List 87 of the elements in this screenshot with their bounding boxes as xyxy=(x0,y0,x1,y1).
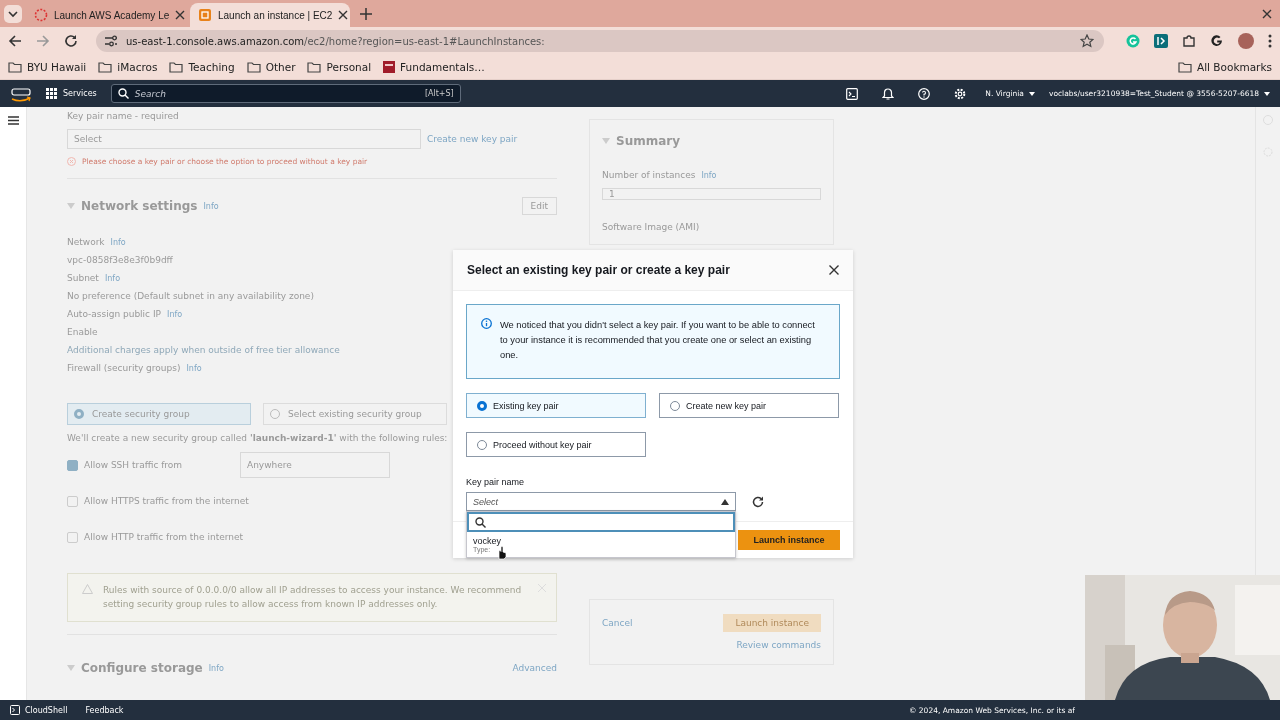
refresh-icon[interactable] xyxy=(752,495,764,508)
radio-tile[interactable]: Proceed without key pair xyxy=(466,432,646,457)
browser-tab[interactable]: Launch an instance | EC2 xyxy=(190,3,350,27)
field-label: Number of instances xyxy=(602,170,696,180)
folder-icon xyxy=(8,61,22,73)
search-field[interactable]: Search [Alt+S] xyxy=(110,84,461,103)
avatar-icon[interactable] xyxy=(1238,33,1254,49)
site-logo-icon xyxy=(383,61,396,73)
tab-list-icon xyxy=(4,4,22,23)
checkbox-label: Allow SSH traffic from xyxy=(84,460,184,470)
reload-icon[interactable] xyxy=(64,34,78,48)
folder-icon xyxy=(246,61,261,73)
aws-logo-icon[interactable] xyxy=(10,85,32,102)
menu-icon[interactable] xyxy=(8,116,19,125)
dotted-circle-icon xyxy=(34,8,48,22)
help-icon[interactable] xyxy=(918,87,931,100)
bookmark-star-icon[interactable] xyxy=(1080,34,1094,48)
radio-tile[interactable]: Existing key pair xyxy=(466,393,646,418)
checkbox-label: Allow HTTP traffic from the internet xyxy=(84,532,244,542)
feedback-link[interactable]: Feedback xyxy=(85,705,124,715)
back-icon[interactable] xyxy=(8,34,22,48)
close-window-icon[interactable] xyxy=(1262,8,1272,19)
field-label: Key pair name - required xyxy=(67,111,179,121)
settings-icon[interactable] xyxy=(954,87,967,100)
filter-field[interactable] xyxy=(467,512,735,532)
search-icon xyxy=(117,88,129,99)
bell-icon[interactable] xyxy=(882,87,895,100)
radio-tile[interactable]: Create new key pair xyxy=(659,393,839,418)
services-button[interactable]: Services xyxy=(46,88,97,99)
bookmark[interactable]: iMacros xyxy=(98,61,158,73)
site-settings-icon xyxy=(104,35,118,47)
section-title: Network settings xyxy=(81,199,198,213)
caret-down-icon xyxy=(602,138,610,144)
launch-instance-button[interactable]: Launch instance xyxy=(738,530,840,550)
field-label: Software Image (AMI) xyxy=(602,222,701,232)
folder-icon xyxy=(98,61,113,73)
description-text: We'll create a new security group called 'launch-wizard-1' with the following rules: xyxy=(67,433,448,443)
checkbox[interactable] xyxy=(67,459,78,471)
shortcut-hint: [Alt+S] xyxy=(424,89,454,98)
google-icon[interactable] xyxy=(1210,34,1224,48)
terminal-icon xyxy=(10,705,20,715)
section-title: Configure storage xyxy=(81,661,203,675)
caret-down-icon xyxy=(67,203,75,209)
search-icon xyxy=(475,516,486,528)
folder-icon xyxy=(169,61,184,73)
key-pair-select[interactable]: Select xyxy=(466,492,736,511)
extension-icon[interactable] xyxy=(1154,34,1168,48)
menu-icon[interactable] xyxy=(1268,34,1272,48)
warning-icon xyxy=(82,584,93,594)
bookmark[interactable]: Fundamentals… xyxy=(383,61,485,73)
modal-title: Select an existing key pair or create a key pair xyxy=(467,263,730,277)
folder-icon xyxy=(307,61,322,73)
url-text: us-east-1.console.aws.amazon.com/ec2/home?region=us-east-1#LaunchInstances: xyxy=(126,35,545,47)
note-text: Additional charges apply when outside of free tier allowance xyxy=(67,345,340,355)
grid-icon xyxy=(46,88,57,99)
close-icon xyxy=(338,10,349,20)
checkbox[interactable] xyxy=(67,531,78,543)
checkbox-label: Allow HTTPS traffic from the internet xyxy=(84,496,249,506)
address-bar[interactable]: us-east-1.console.aws.amazon.com/ec2/home?region=us-east-1#LaunchInstances: xyxy=(96,30,1104,52)
new-tab-icon[interactable] xyxy=(360,7,372,20)
browser-tab[interactable]: Launch AWS Academy Le xyxy=(26,3,186,27)
error-icon xyxy=(67,157,76,166)
terminal-icon[interactable] xyxy=(846,87,859,100)
caret-down-icon xyxy=(67,665,75,671)
cloudshell-button[interactable]: CloudShell xyxy=(10,705,68,715)
bookmark[interactable]: Teaching xyxy=(169,61,235,73)
field-label: Subnet xyxy=(67,273,99,283)
bookmark[interactable]: Personal xyxy=(307,61,372,73)
field-label: Auto-assign public IP xyxy=(67,309,161,319)
warning-text: Rules with source of 0.0.0.0/0 allow all IP addresses to access your instance. We recommend setting security group rules to allow access from known IP addresses only. xyxy=(103,584,523,611)
cube-icon xyxy=(198,8,212,22)
section-title: Summary xyxy=(616,134,681,148)
checkbox[interactable] xyxy=(67,495,78,507)
field-value: No preference (Default subnet in any availability zone) xyxy=(67,291,314,301)
alert-text: We noticed that you didn't select a key pair. If you want to be able to connect to your instance it is recommended that you create one or select an existing one. xyxy=(500,319,816,362)
bookmark[interactable]: BYU Hawaii xyxy=(8,61,87,73)
caret-up-icon xyxy=(721,498,729,505)
field-value: vpc-0858f3e8e3f0b9dff xyxy=(67,255,173,265)
close-icon[interactable] xyxy=(829,265,839,275)
field-label: Firewall (security groups) xyxy=(67,363,181,373)
close-icon xyxy=(175,10,186,20)
bookmark[interactable]: All Bookmarks xyxy=(1177,61,1272,73)
bookmark[interactable]: Other xyxy=(246,61,296,73)
folder-icon xyxy=(1177,61,1192,73)
field-label: Key pair name xyxy=(466,477,526,487)
field-value: Enable xyxy=(67,327,98,337)
field-label: Network xyxy=(67,237,105,247)
